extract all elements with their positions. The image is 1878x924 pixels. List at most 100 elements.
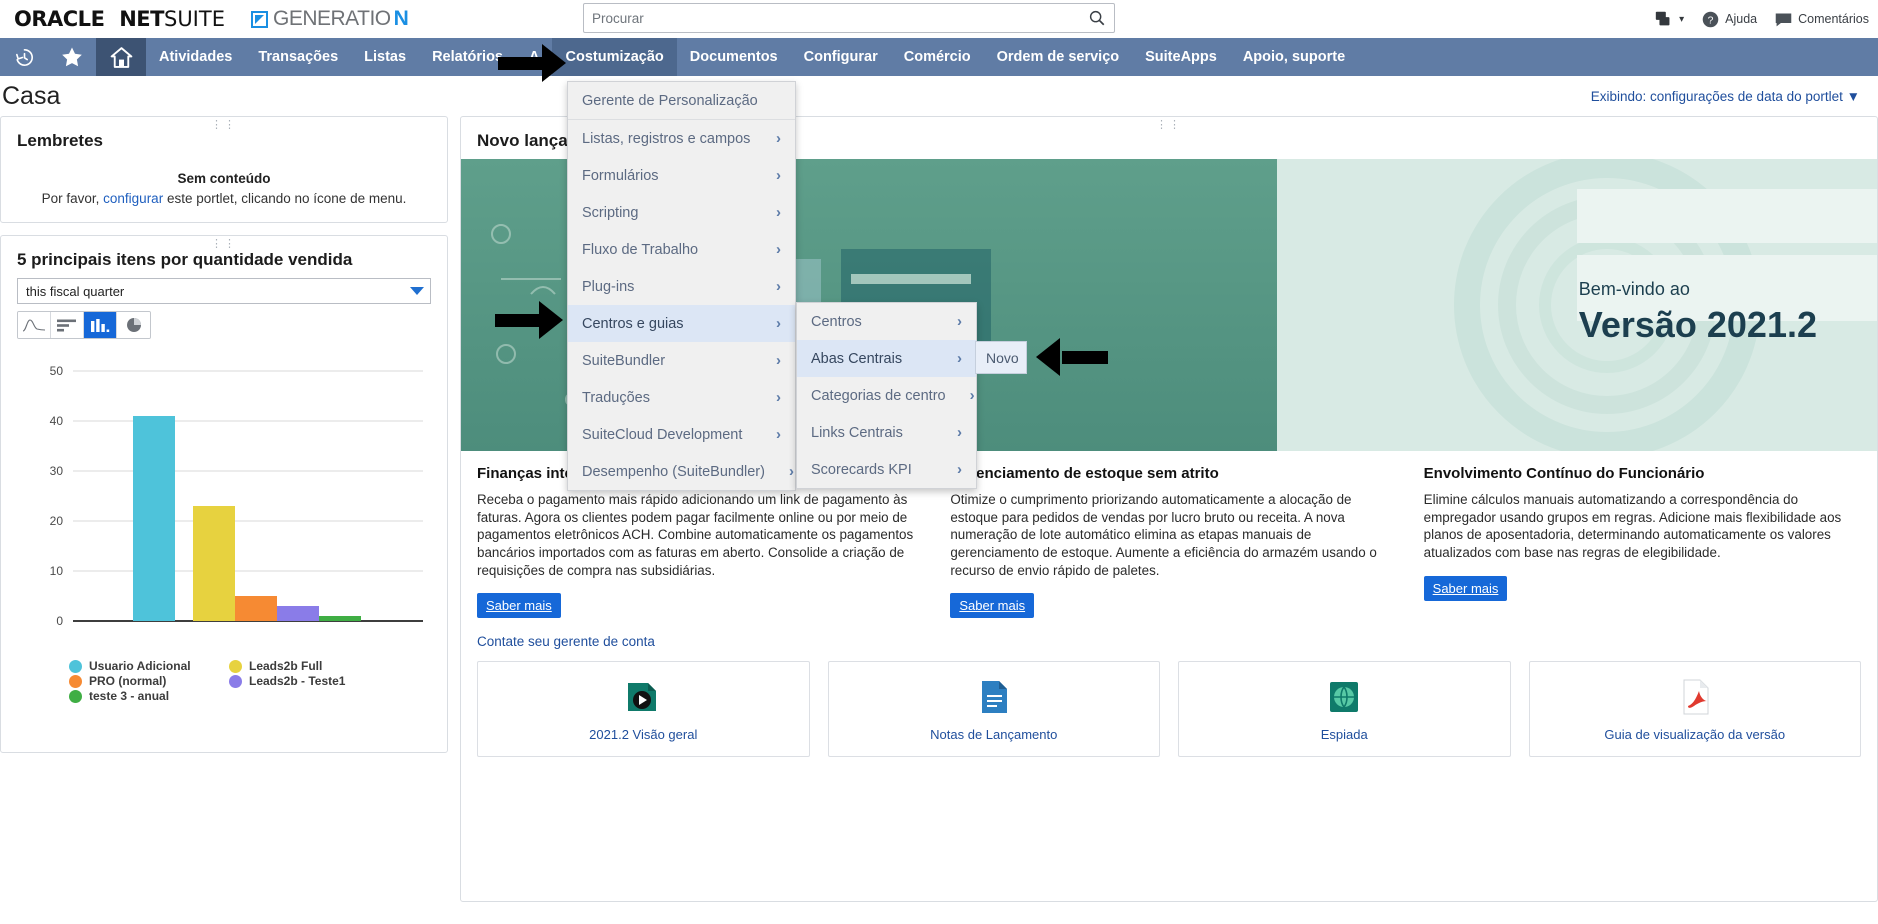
chart-legend: Usuario Adicional Leads2b Full PRO (norm… <box>17 651 431 707</box>
submenu-item-categorias-de-centro[interactable]: Categorias de centro › <box>797 377 976 414</box>
switch-role-icon <box>1654 9 1674 29</box>
area-chart-icon <box>22 318 46 333</box>
nav-item-suiteapps[interactable]: SuiteApps <box>1132 38 1230 76</box>
menu-item-listas-registros-e-campos[interactable]: Listas, registros e campos › <box>568 120 795 157</box>
feedback-label: Comentários <box>1798 12 1869 26</box>
saber-mais-button[interactable]: Saber mais <box>1424 576 1508 601</box>
page-title: Casa <box>0 82 60 111</box>
period-select[interactable]: this fiscal quarter <box>17 278 431 304</box>
chevron-right-icon: › <box>957 313 962 330</box>
favorites-button[interactable] <box>48 38 96 76</box>
feedback-icon <box>1774 10 1793 29</box>
recent-history-button[interactable] <box>0 38 48 76</box>
chart-type-column-button[interactable] <box>84 312 117 338</box>
chart-type-area-button[interactable] <box>18 312 51 338</box>
nav-item-costumizacao[interactable]: Costumização <box>552 38 676 76</box>
chevron-right-icon: › <box>957 461 962 478</box>
nav-item-apoio-suporte[interactable]: Apoio, suporte <box>1230 38 1358 76</box>
nav-item-configurar[interactable]: Configurar <box>791 38 891 76</box>
chevron-right-icon: › <box>789 463 794 480</box>
menu-item-plug-ins[interactable]: Plug-ins › <box>568 268 795 305</box>
nav-item-transacoes[interactable]: Transações <box>245 38 351 76</box>
bar-pro-normal <box>235 596 277 621</box>
pie-chart-icon <box>124 316 144 334</box>
saber-mais-button[interactable]: Saber mais <box>950 593 1034 618</box>
menu-item-formularios[interactable]: Formulários › <box>568 157 795 194</box>
centros-e-guias-submenu: Centros › Abas Centrais › Categorias de … <box>796 302 977 489</box>
submenu-item-links-centrais[interactable]: Links Centrais › <box>797 414 976 451</box>
menu-item-gerente-de-personalizacao[interactable]: Gerente de Personalização <box>568 82 795 119</box>
portlet-drag-handle[interactable]: ⋮⋮ <box>211 240 237 248</box>
top-items-chart-portlet: ⋮⋮ 5 principais itens por quantidade ven… <box>0 235 448 753</box>
nav-item-ordem-de-servico[interactable]: Ordem de serviço <box>984 38 1133 76</box>
home-button[interactable] <box>96 38 146 76</box>
contact-account-manager-link[interactable]: Contate seu gerente de conta <box>461 618 1877 657</box>
nav-item-documentos[interactable]: Documentos <box>677 38 791 76</box>
menu-item-label: Novo <box>986 350 1019 366</box>
resource-tiles: 2021.2 Visão geral Notas de Lançamento <box>461 657 1877 773</box>
chart-type-toolbar <box>17 311 151 339</box>
menu-item-suitebundler[interactable]: SuiteBundler › <box>568 342 795 379</box>
saber-mais-button[interactable]: Saber mais <box>477 593 561 618</box>
global-search[interactable] <box>583 3 1115 33</box>
help-button[interactable]: ? Ajuda <box>1696 8 1762 31</box>
release-card-heading: Gerenciamento de estoque sem atrito <box>950 465 1387 482</box>
globe-icon <box>1323 676 1365 718</box>
portlet-drag-handle[interactable]: ⋮⋮ <box>211 121 237 129</box>
nav-item-comercio[interactable]: Comércio <box>891 38 984 76</box>
submenu-item-abas-centrais[interactable]: Abas Centrais › <box>797 340 976 377</box>
nav-item-listas[interactable]: Listas <box>351 38 419 76</box>
hero-welcome-block: Bem-vindo ao Versão 2021.2 <box>1579 279 1817 346</box>
oracle-wordmark: ORACLE <box>14 7 104 31</box>
menu-item-scripting[interactable]: Scripting › <box>568 194 795 231</box>
menu-item-label: SuiteCloud Development <box>582 427 742 443</box>
reminders-portlet: ⋮⋮ Lembretes Sem conteúdo Por favor, con… <box>0 116 448 223</box>
resource-tile[interactable]: Espiada <box>1178 661 1511 757</box>
submenu-item-scorecards-kpi[interactable]: Scorecards KPI › <box>797 451 976 488</box>
chart-type-hbar-button[interactable] <box>51 312 84 338</box>
portlet-drag-handle[interactable]: ⋮⋮ <box>1156 121 1182 129</box>
configure-portlet-link[interactable]: configurar <box>103 191 163 206</box>
chevron-down-icon <box>410 287 424 295</box>
search-icon[interactable] <box>1088 9 1106 27</box>
feedback-button[interactable]: Comentários <box>1769 8 1874 31</box>
bar-leads2b-full <box>193 506 235 621</box>
dashboard-left-column: ⋮⋮ Lembretes Sem conteúdo Por favor, con… <box>0 116 448 902</box>
column-chart-icon <box>89 318 111 333</box>
release-card-body: Elimine cálculos manuais automatizando a… <box>1424 491 1861 562</box>
legend-label: Leads2b Full <box>249 659 322 673</box>
bar-leads2b-teste1 <box>277 606 319 621</box>
menu-item-label: Fluxo de Trabalho <box>582 242 698 258</box>
help-label: Ajuda <box>1725 12 1757 26</box>
menu-item-suitecloud-development[interactable]: SuiteCloud Development › <box>568 416 795 453</box>
chevron-right-icon: › <box>776 389 781 406</box>
nav-item-atividades[interactable]: Atividades <box>146 38 245 76</box>
chart-svg: 50 40 30 20 10 0 <box>17 351 431 647</box>
search-input[interactable] <box>592 11 1088 26</box>
menu-item-traducoes[interactable]: Traduções › <box>568 379 795 416</box>
chevron-right-icon: › <box>776 315 781 332</box>
annotation-arrow-centros-e-guias <box>495 301 567 339</box>
menu-item-centros-e-guias[interactable]: Centros e guias › <box>568 305 795 342</box>
menu-item-label: Scorecards KPI <box>811 462 912 478</box>
y-tick-0: 0 <box>56 614 63 628</box>
video-play-icon <box>622 676 664 718</box>
switch-role-button[interactable]: ▾ <box>1649 7 1689 31</box>
hero-version-text: Versão 2021.2 <box>1579 304 1817 346</box>
menu-item-label: Categorias de centro <box>811 388 946 404</box>
legend-swatch-icon <box>69 690 82 703</box>
resource-tile[interactable]: 2021.2 Visão geral <box>477 661 810 757</box>
account-logo: GENERATION <box>251 7 408 31</box>
portlet-date-settings-link[interactable]: Exibindo: configurações de data do portl… <box>1591 89 1868 104</box>
menu-item-desempenho-suitebundler[interactable]: Desempenho (SuiteBundler) › <box>568 453 795 490</box>
help-circle-icon: ? <box>1701 10 1720 29</box>
chart-type-pie-button[interactable] <box>117 312 150 338</box>
submenu-item-centros[interactable]: Centros › <box>797 303 976 340</box>
resource-tile[interactable]: Notas de Lançamento <box>828 661 1161 757</box>
bar-usuario-adicional <box>133 416 175 621</box>
submenu-item-novo[interactable]: Novo <box>976 342 1026 373</box>
oracle-netsuite-logo[interactable]: ORACLE NETSUITE <box>14 7 225 31</box>
annotation-arrow-novo <box>1036 338 1108 376</box>
resource-tile[interactable]: Guia de visualização da versão <box>1529 661 1862 757</box>
menu-item-fluxo-de-trabalho[interactable]: Fluxo de Trabalho › <box>568 231 795 268</box>
